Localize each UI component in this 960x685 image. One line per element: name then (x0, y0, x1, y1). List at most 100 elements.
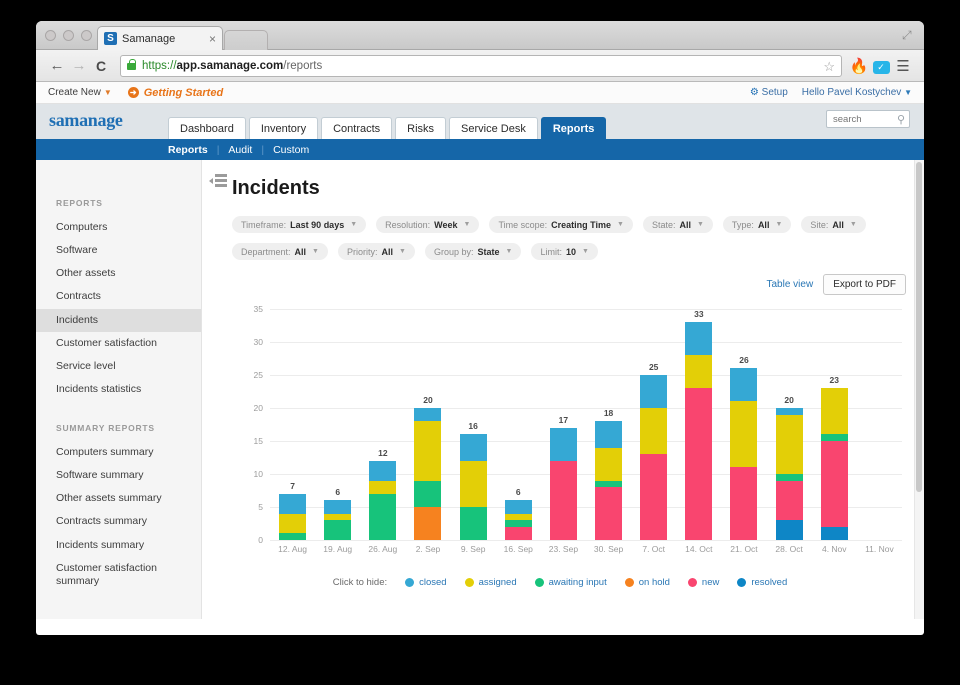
filter-chip-timeframe[interactable]: Timeframe:Last 90 days▼ (232, 216, 366, 233)
bar-segment-closed[interactable] (414, 408, 441, 421)
bar-segment-new[interactable] (640, 454, 667, 540)
bar-segment-closed[interactable] (324, 500, 351, 513)
bar-segment-new[interactable] (685, 388, 712, 540)
bar-segment-closed[interactable] (279, 494, 306, 514)
bar-segment-new[interactable] (550, 461, 577, 540)
bar-segment-assigned[interactable] (369, 481, 396, 494)
stacked-bar[interactable]: 20 (776, 408, 803, 540)
bar-segment-new[interactable] (730, 467, 757, 540)
address-bar[interactable]: https://app.samanage.com/reports ☆ (120, 55, 842, 77)
bar-segment-on-hold[interactable] (414, 507, 441, 540)
bar-segment-assigned[interactable] (595, 448, 622, 481)
bar-segment-closed[interactable] (776, 408, 803, 415)
sidebar-item-customer-satisfaction-summary[interactable]: Customer satisfaction summary (36, 557, 201, 593)
forward-icon[interactable]: → (68, 57, 90, 74)
filter-chip-group-by[interactable]: Group by:State▼ (425, 243, 521, 260)
bar-segment-new[interactable] (821, 441, 848, 527)
nav-tab-risks[interactable]: Risks (395, 117, 446, 139)
bar-segment-assigned[interactable] (414, 421, 441, 480)
sidebar-item-computers[interactable]: Computers (36, 216, 201, 239)
back-icon[interactable]: ← (46, 57, 68, 74)
samanage-logo[interactable]: samanage (49, 110, 123, 131)
stacked-bar[interactable]: 16 (460, 434, 487, 540)
setup-link[interactable]: ⚙ Setup (750, 87, 788, 98)
new-tab-button[interactable] (224, 30, 268, 50)
expand-window-icon[interactable]: ⤢ (902, 29, 914, 41)
stacked-bar[interactable]: 6 (324, 500, 351, 540)
bar-segment-assigned[interactable] (279, 514, 306, 534)
create-new-button[interactable]: Create New▼ (48, 87, 112, 98)
search-input[interactable] (831, 113, 897, 126)
nav-tab-dashboard[interactable]: Dashboard (168, 117, 246, 139)
browser-menu-icon[interactable]: ☰ (892, 57, 914, 75)
sidebar-item-incidents[interactable]: Incidents (36, 309, 201, 332)
subnav-item-audit[interactable]: Audit (228, 144, 252, 156)
legend-item-on-hold[interactable]: on hold (625, 577, 670, 588)
bar-segment-awaiting-input[interactable] (414, 481, 441, 507)
filter-chip-resolution[interactable]: Resolution:Week▼ (376, 216, 479, 233)
stacked-bar[interactable]: 18 (595, 421, 622, 540)
bar-segment-closed[interactable] (685, 322, 712, 355)
bar-segment-awaiting-input[interactable] (369, 494, 396, 540)
table-view-link[interactable]: Table view (766, 279, 813, 290)
bar-segment-closed[interactable] (369, 461, 396, 481)
bar-segment-closed[interactable] (550, 428, 577, 461)
export-to-pdf-button[interactable]: Export to PDF (823, 274, 906, 295)
bar-segment-new[interactable] (776, 481, 803, 521)
legend-item-new[interactable]: new (688, 577, 719, 588)
bar-segment-awaiting-input[interactable] (776, 474, 803, 481)
pocket-icon[interactable]: ✓ (870, 58, 892, 74)
bar-segment-awaiting-input[interactable] (460, 507, 487, 540)
filter-chip-time-scope[interactable]: Time scope:Creating Time▼ (489, 216, 632, 233)
user-menu[interactable]: Hello Pavel Kostychev ▼ (802, 87, 912, 98)
bar-segment-awaiting-input[interactable] (595, 481, 622, 488)
stacked-bar[interactable]: 23 (821, 388, 848, 540)
window-controls[interactable] (45, 30, 92, 41)
subnav-item-custom[interactable]: Custom (273, 144, 309, 156)
filter-chip-type[interactable]: Type:All▼ (723, 216, 791, 233)
close-window-button[interactable] (45, 30, 56, 41)
legend-item-awaiting-input[interactable]: awaiting input (535, 577, 607, 588)
sidebar-item-incidents-statistics[interactable]: Incidents statistics (36, 378, 201, 401)
sidebar-item-incidents-summary[interactable]: Incidents summary (36, 534, 201, 557)
bar-segment-closed[interactable] (595, 421, 622, 447)
nav-tab-reports[interactable]: Reports (541, 117, 607, 139)
bar-segment-closed[interactable] (730, 368, 757, 401)
bar-segment-new[interactable] (595, 487, 622, 540)
nav-tab-contracts[interactable]: Contracts (321, 117, 392, 139)
reload-icon[interactable]: C (90, 58, 112, 74)
bar-segment-awaiting-input[interactable] (279, 533, 306, 540)
filter-chip-state[interactable]: State:All▼ (643, 216, 713, 233)
stacked-bar[interactable]: 7 (279, 494, 306, 540)
bar-segment-closed[interactable] (640, 375, 667, 408)
stacked-bar[interactable]: 20 (414, 408, 441, 540)
sidebar-item-contracts[interactable]: Contracts (36, 285, 201, 308)
sidebar-item-contracts-summary[interactable]: Contracts summary (36, 510, 201, 533)
bar-segment-closed[interactable] (505, 500, 532, 513)
bar-segment-assigned[interactable] (505, 514, 532, 521)
bar-segment-awaiting-input[interactable] (324, 520, 351, 540)
sidebar-item-other-assets[interactable]: Other assets (36, 262, 201, 285)
bar-segment-closed[interactable] (460, 434, 487, 460)
getting-started-link[interactable]: ➜ Getting Started (128, 87, 223, 99)
stacked-bar[interactable]: 17 (550, 428, 577, 540)
legend-item-resolved[interactable]: resolved (737, 577, 787, 588)
legend-item-assigned[interactable]: assigned (465, 577, 517, 588)
sidebar-item-customer-satisfaction[interactable]: Customer satisfaction (36, 332, 201, 355)
search-icon[interactable]: ⚲ (897, 113, 905, 126)
bar-segment-assigned[interactable] (776, 415, 803, 474)
stacked-bar[interactable]: 6 (505, 500, 532, 540)
bookmark-star-icon[interactable]: ☆ (823, 59, 835, 75)
legend-item-closed[interactable]: closed (405, 577, 446, 588)
bar-segment-resolved[interactable] (821, 527, 848, 540)
bar-segment-new[interactable] (505, 527, 532, 540)
filter-chip-site[interactable]: Site:All▼ (801, 216, 865, 233)
stacked-bar[interactable]: 26 (730, 368, 757, 540)
sidebar-item-computers-summary[interactable]: Computers summary (36, 441, 201, 464)
subnav-item-reports[interactable]: Reports (168, 144, 208, 156)
stacked-bar[interactable]: 25 (640, 375, 667, 540)
bar-segment-assigned[interactable] (640, 408, 667, 454)
global-search[interactable]: ⚲ (826, 110, 910, 128)
bar-segment-awaiting-input[interactable] (505, 520, 532, 527)
bar-segment-assigned[interactable] (460, 461, 487, 507)
